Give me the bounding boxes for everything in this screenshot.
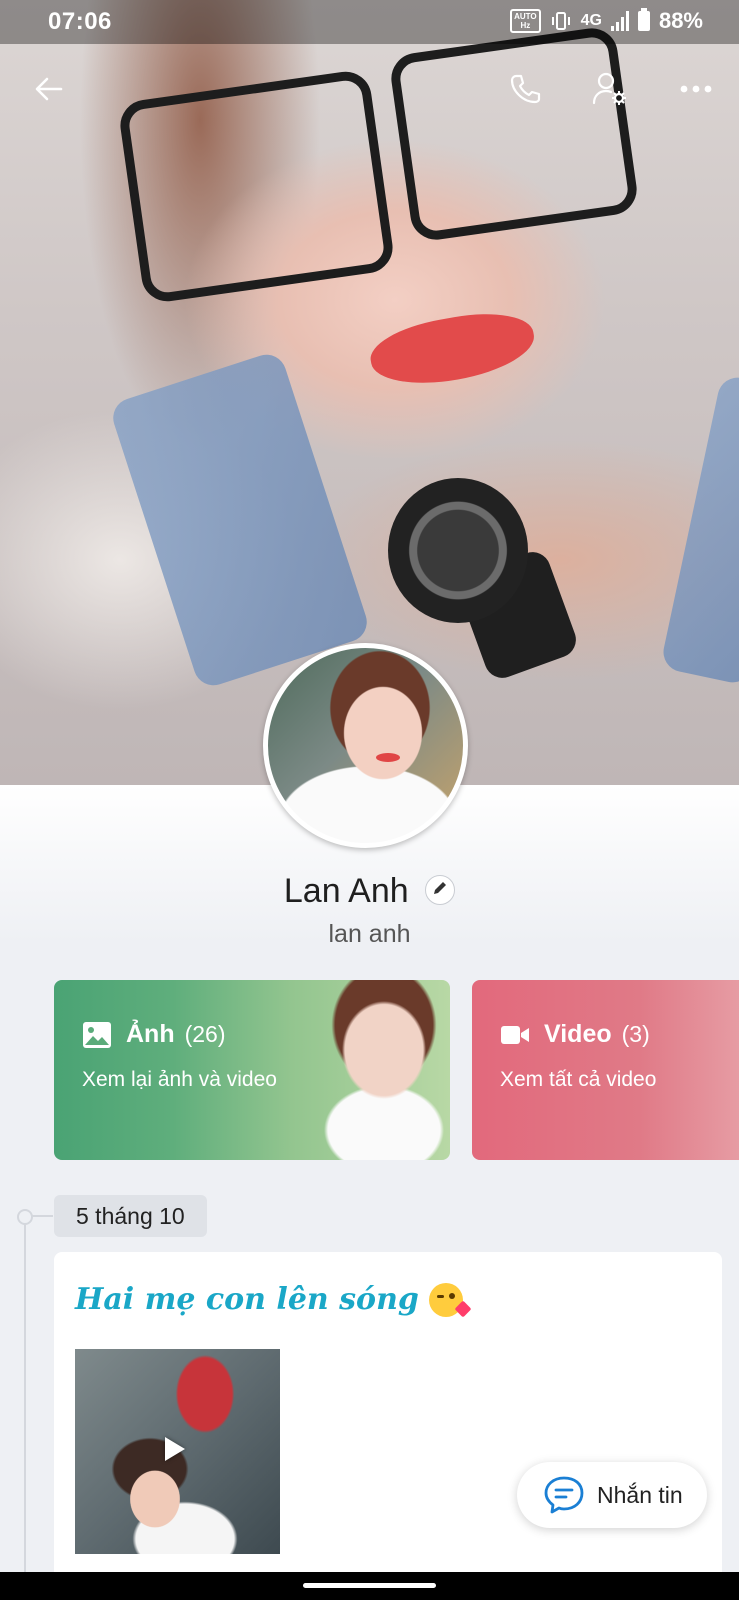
call-button[interactable] xyxy=(500,64,550,114)
chat-bubble-icon xyxy=(544,1476,584,1514)
post-text-row: Hai mẹ con lên sóng xyxy=(75,1282,472,1317)
profile-name: Lan Anh xyxy=(283,872,409,910)
refresh-rate-icon: AUTO Hz xyxy=(510,9,541,33)
signal-icon xyxy=(610,11,629,31)
photos-card-title: Ảnh xyxy=(126,1020,175,1048)
cover-photo-detail xyxy=(388,478,528,623)
videos-card[interactable]: Video (3) Xem tất cả video xyxy=(472,980,739,1160)
refresh-rate-label: AUTO xyxy=(514,12,537,21)
timeline-connector xyxy=(31,1215,53,1217)
post-text: Hai mẹ con lên sóng xyxy=(75,1282,419,1317)
back-button[interactable] xyxy=(24,64,74,114)
photos-card-title-row: Ảnh (26) xyxy=(82,1020,226,1049)
user-settings-icon xyxy=(592,72,626,105)
videos-card-count: (3) xyxy=(621,1021,650,1047)
cover-photo-detail xyxy=(108,349,372,691)
more-button[interactable] xyxy=(671,64,721,114)
status-bar: 07:06 AUTO Hz 4G 88% xyxy=(0,0,739,44)
avatar-photo xyxy=(268,648,463,843)
timeline-dot xyxy=(17,1209,33,1225)
pencil-icon xyxy=(434,881,447,894)
status-time: 07:06 xyxy=(48,8,112,35)
timeline-date: 5 tháng 10 xyxy=(54,1195,207,1237)
avatar[interactable] xyxy=(263,643,468,848)
refresh-rate-unit: Hz xyxy=(520,21,531,30)
photos-card-subtitle: Xem lại ảnh và video xyxy=(82,1068,277,1091)
video-camera-icon xyxy=(501,1025,529,1044)
videos-card-title: Video xyxy=(544,1020,612,1048)
send-message-label: Nhắn tin xyxy=(597,1481,683,1508)
photos-card-count: (26) xyxy=(184,1021,226,1047)
battery-icon xyxy=(637,8,650,31)
cover-photo-detail xyxy=(659,373,739,687)
top-bar xyxy=(0,58,739,118)
edit-name-button[interactable] xyxy=(425,874,456,905)
post-video-thumbnail[interactable] xyxy=(75,1349,280,1554)
profile-settings-button[interactable] xyxy=(585,64,635,114)
kiss-emoji-icon xyxy=(428,1282,472,1317)
vibrate-icon xyxy=(551,12,570,30)
timeline-post[interactable]: Hai mẹ con lên sóng xyxy=(54,1252,722,1600)
play-icon xyxy=(165,1437,185,1461)
timeline-line xyxy=(24,1215,26,1600)
battery-percent: 88% xyxy=(658,8,703,33)
photos-card[interactable]: Ảnh (26) Xem lại ảnh và video xyxy=(54,980,450,1160)
status-icons: AUTO Hz 4G 88% xyxy=(510,8,703,34)
home-gesture-handle[interactable] xyxy=(303,1583,436,1588)
phone-icon xyxy=(510,74,541,104)
profile-username: lan anh xyxy=(328,920,411,948)
network-type: 4G xyxy=(580,12,602,29)
send-message-button[interactable]: Nhắn tin xyxy=(517,1462,707,1528)
videos-card-title-row: Video (3) xyxy=(500,1020,650,1049)
arrow-left-icon xyxy=(35,77,63,101)
videos-card-subtitle: Xem tất cả video xyxy=(500,1068,657,1091)
cover-photo-detail xyxy=(365,304,540,394)
profile-name-row: Lan Anh xyxy=(0,872,739,911)
system-nav-bar xyxy=(0,1572,739,1600)
image-icon xyxy=(83,1021,111,1048)
more-horizontal-icon xyxy=(680,85,712,93)
